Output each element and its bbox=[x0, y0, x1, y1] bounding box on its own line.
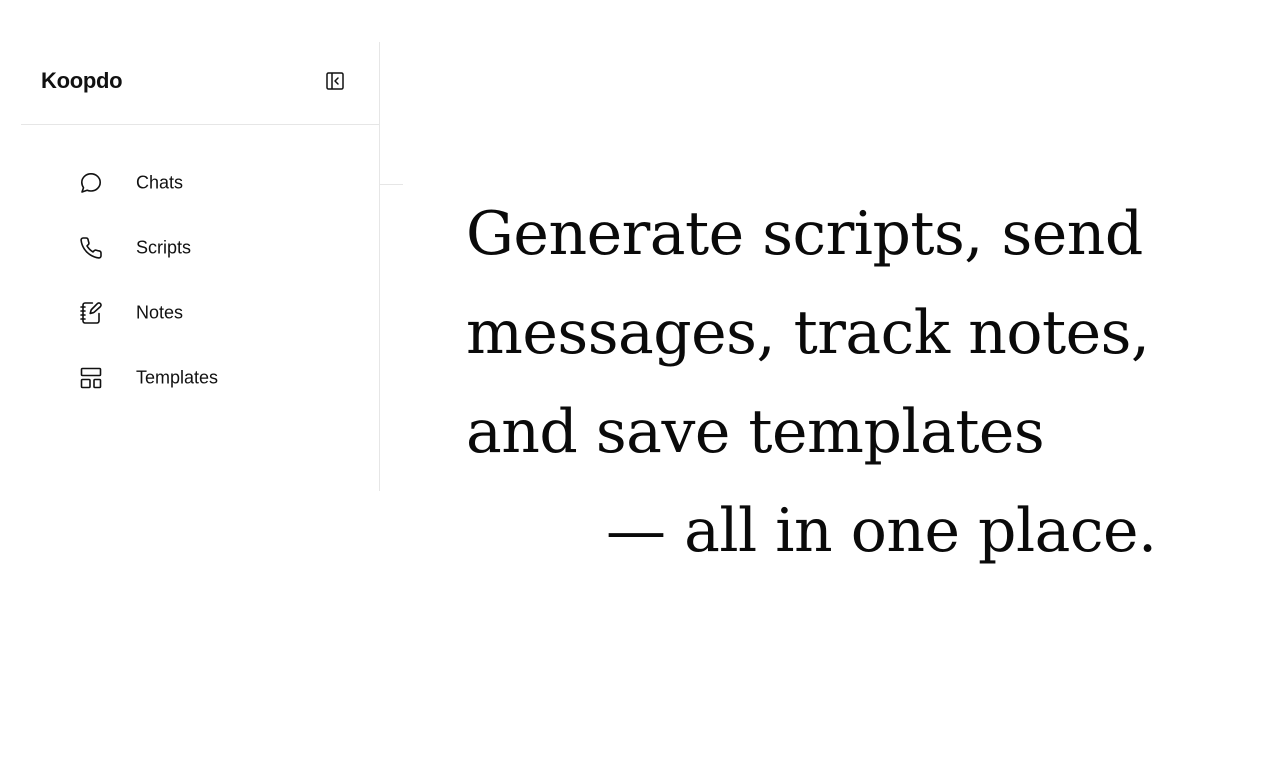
sidebar-collapse-button[interactable] bbox=[324, 70, 346, 92]
hero-line: Generate scripts, send bbox=[466, 199, 1143, 269]
chat-bubble-icon bbox=[78, 170, 104, 196]
layout-template-icon bbox=[78, 365, 104, 391]
sidebar: Koopdo Chats Scripts Notes Templates bbox=[21, 42, 380, 491]
sidebar-collapse-icon bbox=[326, 72, 344, 90]
divider bbox=[380, 184, 403, 185]
sidebar-item-label: Notes bbox=[136, 302, 184, 322]
hero-line: — all in one place. bbox=[606, 496, 1157, 566]
sidebar-item-templates[interactable]: Templates bbox=[21, 345, 379, 410]
hero-tagline: Generate scripts, send messages, track n… bbox=[466, 185, 1226, 581]
phone-icon bbox=[78, 235, 104, 261]
sidebar-nav: Chats Scripts Notes Templates bbox=[21, 150, 379, 410]
sidebar-item-chats[interactable]: Chats bbox=[21, 150, 379, 215]
sidebar-item-notes[interactable]: Notes bbox=[21, 280, 379, 345]
hero-line: and save templates bbox=[466, 397, 1045, 467]
sidebar-item-label: Chats bbox=[136, 172, 184, 192]
hero-line: messages, track notes, bbox=[466, 298, 1150, 368]
app-page: Koopdo Chats Scripts Notes Templates Gen… bbox=[0, 0, 1270, 760]
notebook-edit-icon bbox=[78, 300, 104, 326]
sidebar-item-label: Templates bbox=[136, 367, 219, 387]
sidebar-item-scripts[interactable]: Scripts bbox=[21, 215, 379, 280]
sidebar-header: Koopdo bbox=[21, 42, 379, 125]
brand-logo-text[interactable]: Koopdo bbox=[41, 68, 123, 94]
sidebar-item-label: Scripts bbox=[136, 237, 192, 257]
